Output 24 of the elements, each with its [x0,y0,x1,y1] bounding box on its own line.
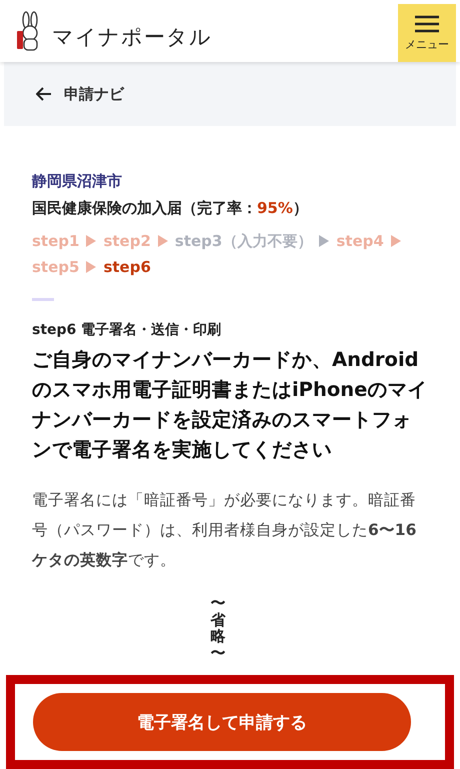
triangle-arrow-icon [158,235,168,248]
step-label: step4 [336,231,384,252]
step-label: step5 [32,257,80,278]
step-title: step6 電子署名・送信・印刷 [32,321,222,340]
triangle-arrow-icon [86,261,96,274]
instruction-text: 電子署名には「暗証番号」が必要になります。暗証番号（パスワード）は、利用者様自身が設定した6〜16ケタの英数字です。 [32,490,418,572]
form-title: 国民健康保険の加入届（完了率：95%） [32,199,309,218]
submit-button[interactable]: 電子署名して申請する [33,693,411,752]
step-label: step3（入力不要） [174,231,312,252]
instruction-heading: ご自身のマイナンバーカードか、Androidのスマホ用電子証明書またはiPhoneのマイナンバーカードを設定済みのスマートフォンで電子署名を実施してください [32,347,428,464]
triangle-arrow-icon [390,235,401,248]
step-label: step6 [103,257,151,278]
menu-button[interactable]: メニュー [398,4,456,62]
municipality-name: 静岡県沼津市 [32,172,123,192]
triangle-arrow-icon [319,235,330,248]
step-label: step2 [103,231,151,252]
step-label: step1 [32,231,80,252]
triangle-arrow-icon [86,235,96,248]
back-link-label[interactable]: 申請ナビ [64,84,124,104]
back-link[interactable]: 申請ナビ [36,84,124,104]
logo-text: マイナポータル [52,24,212,51]
omitted-note: 〜省略〜 [210,595,226,662]
menu-icon [414,14,440,32]
back-arrow-icon [36,87,52,102]
